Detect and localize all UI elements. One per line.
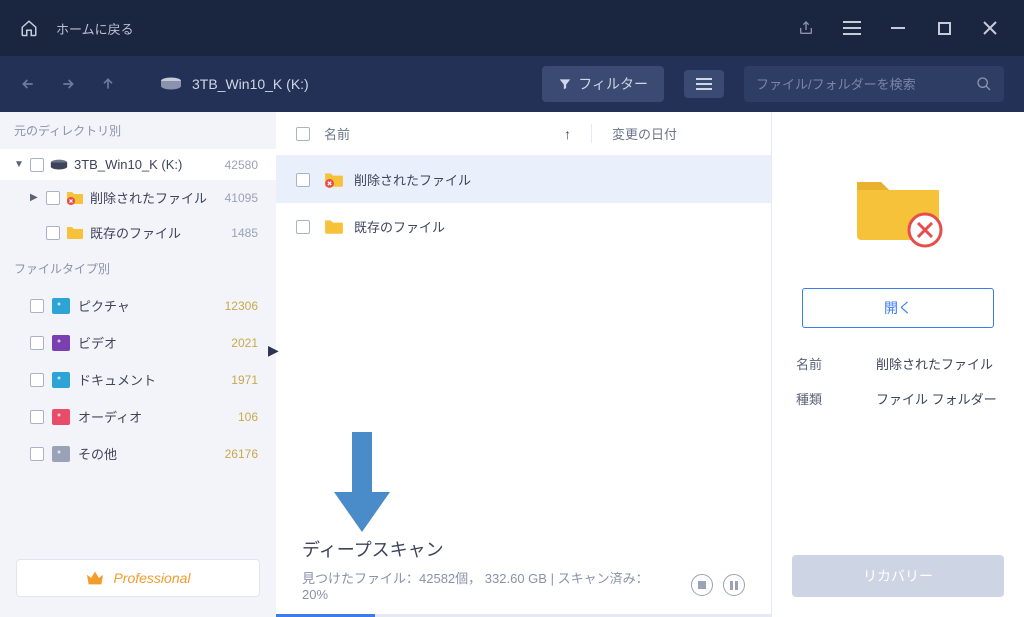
type-label: オーディオ [78,407,230,426]
search-input[interactable] [756,77,976,92]
folder-deleted-icon [324,171,344,188]
tree-count: 41095 [225,191,266,205]
sort-asc-icon[interactable]: ↑ [564,126,571,142]
tree-count: 1485 [231,226,266,240]
sidebar-section-dir: 元のディレクトリ別 [0,112,276,149]
folder-deleted-icon [66,190,84,205]
minimize-icon[interactable] [884,14,912,42]
menu-icon[interactable] [838,14,866,42]
close-icon[interactable] [976,14,1004,42]
checkbox[interactable] [30,373,44,387]
checkbox[interactable] [30,158,44,172]
file-label: 削除されたファイル [354,170,471,189]
home-label[interactable]: ホームに戻る [56,19,134,38]
sidebar: 元のディレクトリ別 ▼ 3TB_Win10_K (K:) 42580 ▶ 削除さ… [0,112,276,617]
status-title: ディープスキャン [302,536,745,562]
type-label: ピクチャ [78,296,217,315]
sidebar-section-type: ファイルタイプ別 [0,250,276,287]
file-label: 既存のファイル [354,217,445,236]
nav-back-icon[interactable] [20,76,40,92]
maximize-icon[interactable] [930,14,958,42]
type-row[interactable]: ビデオ 2021 [0,324,276,361]
type-row[interactable]: オーディオ 106 [0,398,276,435]
tree-label: 削除されたファイル [90,188,219,207]
tree-label: 既存のファイル [90,223,225,242]
path-text: 3TB_Win10_K (K:) [192,76,309,92]
search-icon[interactable] [976,76,992,92]
drive-icon [50,159,68,171]
checkbox[interactable] [296,173,310,187]
status-area: ディープスキャン 見つけたファイル：42582個， 332.60 GB | スキ… [276,524,771,614]
pro-label: Professional [113,570,190,586]
titlebar: ホームに戻る [0,0,1024,56]
checkbox[interactable] [30,447,44,461]
type-label: ビデオ [78,333,223,352]
info-type: 種類 ファイル フォルダー [792,389,1004,408]
checkbox[interactable] [46,226,60,240]
status-text: 見つけたファイル：42582個， 332.60 GB | スキャン済み：20% [302,568,673,602]
checkbox[interactable] [30,299,44,313]
type-count: 2021 [231,336,266,350]
recovery-button[interactable]: リカバリー [792,555,1004,597]
tree-row-root[interactable]: ▼ 3TB_Win10_K (K:) 42580 [0,149,276,180]
expand-icon[interactable]: ▶ [30,192,40,203]
filter-button[interactable]: フィルター [542,66,664,102]
crown-icon [85,570,105,586]
nav-forward-icon[interactable] [60,76,80,92]
breadcrumb: 3TB_Win10_K (K:) [160,76,309,92]
type-count: 106 [238,410,266,424]
nav-up-icon[interactable] [100,76,120,92]
type-count: 1971 [231,373,266,387]
type-count: 12306 [225,299,266,313]
home-icon[interactable] [20,19,38,37]
toolbar: 3TB_Win10_K (K:) フィルター [0,56,1024,112]
tree-row-deleted[interactable]: ▶ 削除されたファイル 41095 [0,180,276,215]
checkbox[interactable] [46,191,60,205]
drive-icon [160,77,182,91]
column-date[interactable]: 変更の日付 [591,124,751,143]
file-row[interactable]: 削除されたファイル [276,156,771,203]
folder-icon [324,218,344,235]
type-count: 26176 [225,447,266,461]
file-row[interactable]: 既存のファイル [276,203,771,250]
preview-folder-deleted-icon [792,172,1004,248]
panel-collapse-icon[interactable]: ▶ [268,342,279,359]
type-icon [52,446,70,462]
pause-icon[interactable] [723,574,745,596]
type-icon [52,409,70,425]
share-icon[interactable] [792,14,820,42]
tree-row-existing[interactable]: 既存のファイル 1485 [0,215,276,250]
info-name: 名前 削除されたファイル [792,354,1004,373]
type-label: その他 [78,444,217,463]
folder-icon [66,225,84,240]
search-box[interactable] [744,66,1004,102]
type-icon [52,298,70,314]
column-name[interactable]: 名前 ↑ [324,124,591,143]
expand-icon[interactable]: ▼ [14,159,24,170]
open-button[interactable]: 開く [802,288,994,328]
filelist: ▶ 名前 ↑ 変更の日付 削除されたファイル 既存のファイル ディープスキャン … [276,112,772,617]
type-label: ドキュメント [78,370,223,389]
main: 元のディレクトリ別 ▼ 3TB_Win10_K (K:) 42580 ▶ 削除さ… [0,112,1024,617]
list-header: 名前 ↑ 変更の日付 [276,112,771,156]
checkbox[interactable] [30,336,44,350]
preview-panel: 開く 名前 削除されたファイル 種類 ファイル フォルダー リカバリー [772,112,1024,617]
type-icon [52,372,70,388]
professional-button[interactable]: Professional [16,559,260,597]
checkbox[interactable] [296,220,310,234]
annotation-arrow-icon [334,432,390,532]
tree-count: 42580 [225,158,266,172]
type-row[interactable]: ピクチャ 12306 [0,287,276,324]
checkbox[interactable] [30,410,44,424]
stop-icon[interactable] [691,574,713,596]
checkbox-all[interactable] [296,127,310,141]
tree-label: 3TB_Win10_K (K:) [74,157,219,172]
type-row[interactable]: その他 26176 [0,435,276,472]
type-icon [52,335,70,351]
filter-label: フィルター [578,74,648,94]
type-row[interactable]: ドキュメント 1971 [0,361,276,398]
view-menu-button[interactable] [684,70,724,98]
